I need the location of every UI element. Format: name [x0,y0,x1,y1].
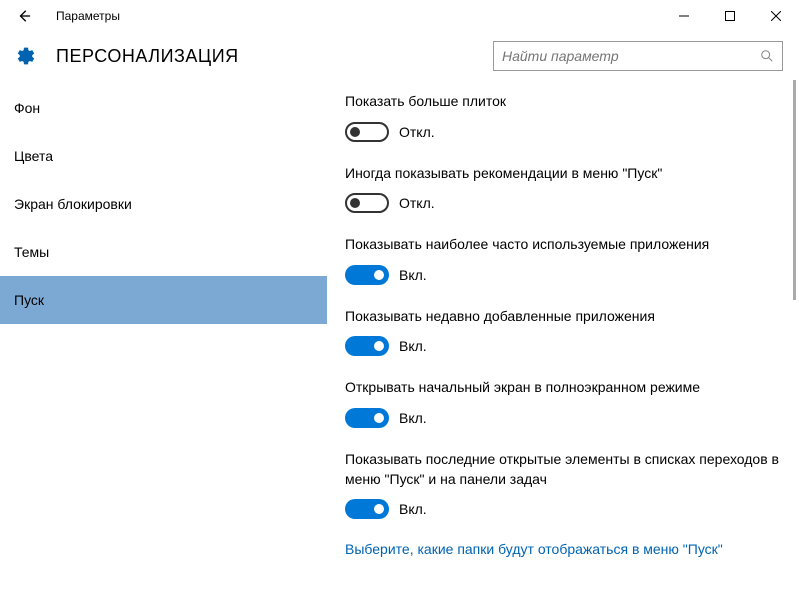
header: ПЕРСОНАЛИЗАЦИЯ [0,32,799,80]
setting-label: Иногда показывать рекомендации в меню "П… [345,164,779,184]
minimize-icon [679,11,689,21]
search-input[interactable] [502,48,760,64]
toggle-switch[interactable] [345,499,389,519]
maximize-button[interactable] [707,0,753,32]
sidebar-item-label: Темы [14,244,49,260]
setting-suggestions: Иногда показывать рекомендации в меню "П… [345,164,779,214]
maximize-icon [725,11,735,21]
toggle-row: Вкл. [345,265,779,285]
toggle-row: Вкл. [345,336,779,356]
setting-label: Показывать недавно добавленные приложени… [345,307,779,327]
setting-more-tiles: Показать больше плиток Откл. [345,92,779,142]
toggle-switch[interactable] [345,122,389,142]
toggle-knob [374,270,384,280]
setting-label: Показывать последние открытые элементы в… [345,450,779,489]
toggle-row: Откл. [345,193,779,213]
window-controls [661,0,799,32]
toggle-state-label: Вкл. [399,338,427,354]
toggle-state-label: Вкл. [399,501,427,517]
search-box[interactable] [493,41,783,71]
toggle-row: Откл. [345,122,779,142]
sidebar-item-background[interactable]: Фон [0,84,327,132]
gear-icon [16,46,36,66]
setting-label: Показать больше плиток [345,92,779,112]
search-icon [760,49,774,63]
toggle-row: Вкл. [345,408,779,428]
setting-fullscreen: Открывать начальный экран в полноэкранно… [345,378,779,428]
arrow-left-icon [17,9,31,23]
sidebar-item-lockscreen[interactable]: Экран блокировки [0,180,327,228]
toggle-state-label: Откл. [399,124,435,140]
toggle-switch[interactable] [345,193,389,213]
sidebar-item-label: Пуск [14,292,44,308]
toggle-knob [350,198,360,208]
setting-recently-added: Показывать недавно добавленные приложени… [345,307,779,357]
window-title: Параметры [56,9,120,23]
sidebar-item-start[interactable]: Пуск [0,276,327,324]
back-button[interactable] [8,0,40,32]
sidebar-item-themes[interactable]: Темы [0,228,327,276]
toggle-knob [374,341,384,351]
close-icon [771,11,781,21]
sidebar-item-label: Фон [14,100,40,116]
toggle-knob [374,504,384,514]
choose-folders-link[interactable]: Выберите, какие папки будут отображаться… [345,541,779,557]
setting-label: Показывать наиболее часто используемые п… [345,235,779,255]
close-button[interactable] [753,0,799,32]
setting-jumplist: Показывать последние открытые элементы в… [345,450,779,519]
scroll-thumb[interactable] [793,80,796,300]
toggle-row: Вкл. [345,499,779,519]
toggle-switch[interactable] [345,336,389,356]
page-title: ПЕРСОНАЛИЗАЦИЯ [56,46,239,67]
toggle-switch[interactable] [345,265,389,285]
setting-most-used: Показывать наиболее часто используемые п… [345,235,779,285]
toggle-state-label: Откл. [399,195,435,211]
minimize-button[interactable] [661,0,707,32]
toggle-switch[interactable] [345,408,389,428]
sidebar-item-colors[interactable]: Цвета [0,132,327,180]
content: Показать больше плиток Откл. Иногда пока… [327,80,799,604]
sidebar-item-label: Экран блокировки [14,196,132,212]
toggle-knob [374,413,384,423]
sidebar-item-label: Цвета [14,148,53,164]
toggle-knob [350,127,360,137]
scrollbar[interactable] [785,80,799,604]
toggle-state-label: Вкл. [399,267,427,283]
body: Фон Цвета Экран блокировки Темы Пуск Пок… [0,80,799,604]
titlebar: Параметры [0,0,799,32]
setting-label: Открывать начальный экран в полноэкранно… [345,378,779,398]
toggle-state-label: Вкл. [399,410,427,426]
sidebar: Фон Цвета Экран блокировки Темы Пуск [0,80,327,604]
